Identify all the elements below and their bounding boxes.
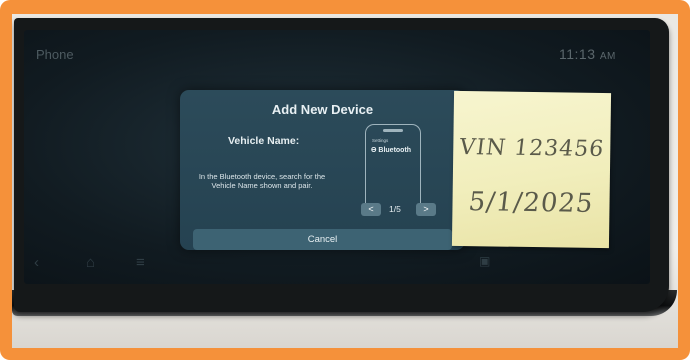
menu-icon[interactable]: ≡ <box>136 254 145 271</box>
settings-icon[interactable]: ▣ <box>479 254 490 268</box>
photo-frame: Phone 11:13 AM ‹ ⌂ ≡ ▣ Add New Device Ve… <box>0 0 690 360</box>
cancel-button[interactable]: Cancel <box>193 229 452 250</box>
bottom-nav: ‹ ⌂ ≡ ▣ <box>24 254 650 282</box>
app-title: Phone <box>36 47 74 62</box>
next-page-button[interactable]: > <box>416 203 436 216</box>
phone-settings-text: Settings <box>372 138 389 143</box>
sticky-note: VIN 123456 5/1/2025 <box>451 90 612 249</box>
sticky-note-date: 5/1/2025 <box>466 187 596 219</box>
page-pager: < 1/5 > <box>361 203 436 217</box>
bluetooth-icon: ϴ <box>371 147 377 154</box>
clock: 11:13 AM <box>559 46 616 62</box>
dialog-title: Add New Device <box>271 102 374 117</box>
phone-bluetooth-text: Bluetooth <box>378 147 412 154</box>
sticky-note-vin: VIN 123456 <box>457 135 606 162</box>
phone-notch <box>383 129 403 132</box>
phone-illustration: Settings ϴ Bluetooth <box>365 124 421 203</box>
phone-bluetooth-row: ϴ Bluetooth <box>371 147 411 154</box>
clock-suffix: AM <box>599 51 616 62</box>
page-indicator: 1/5 <box>389 204 401 214</box>
clock-time: 11:13 <box>559 46 596 62</box>
vehicle-name-label: Vehicle Name: <box>228 135 300 147</box>
add-device-dialog: Add New Device Vehicle Name: In the Blue… <box>180 90 465 250</box>
prev-page-button[interactable]: < <box>361 203 381 216</box>
home-icon[interactable]: ⌂ <box>86 254 95 271</box>
pairing-instructions: In the Bluetooth device, search for the … <box>198 172 326 190</box>
back-icon[interactable]: ‹ <box>34 254 39 271</box>
